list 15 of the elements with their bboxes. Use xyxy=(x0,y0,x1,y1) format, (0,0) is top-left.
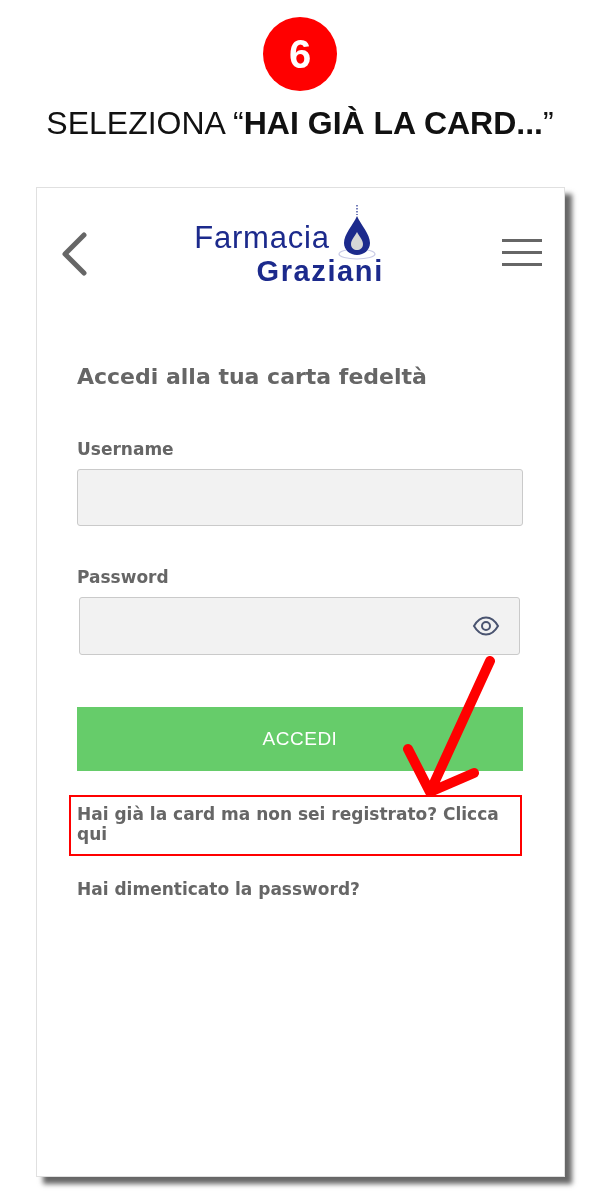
water-drop-icon xyxy=(337,205,376,261)
form-title: Accedi alla tua carta fedeltà xyxy=(77,363,428,391)
menu-icon[interactable] xyxy=(502,239,542,266)
input-field[interactable] xyxy=(77,469,523,526)
show-password-icon[interactable] xyxy=(472,616,500,636)
back-icon[interactable] xyxy=(60,232,88,276)
field-label: Password xyxy=(77,566,170,588)
logo-text: Graziani xyxy=(256,255,384,287)
field-label: Username xyxy=(77,438,175,460)
step-instruction: SELEZIONA “HAI GIÀ LA CARD...” xyxy=(46,106,554,140)
text-link[interactable]: Hai già la card ma non sei registrato? Clicca qui xyxy=(77,804,520,844)
text-link[interactable]: Hai dimenticato la password? xyxy=(77,879,520,899)
step-number-badge: 6 xyxy=(263,17,337,91)
logo-text: Farmacia xyxy=(194,221,330,255)
password-field[interactable] xyxy=(79,597,520,655)
